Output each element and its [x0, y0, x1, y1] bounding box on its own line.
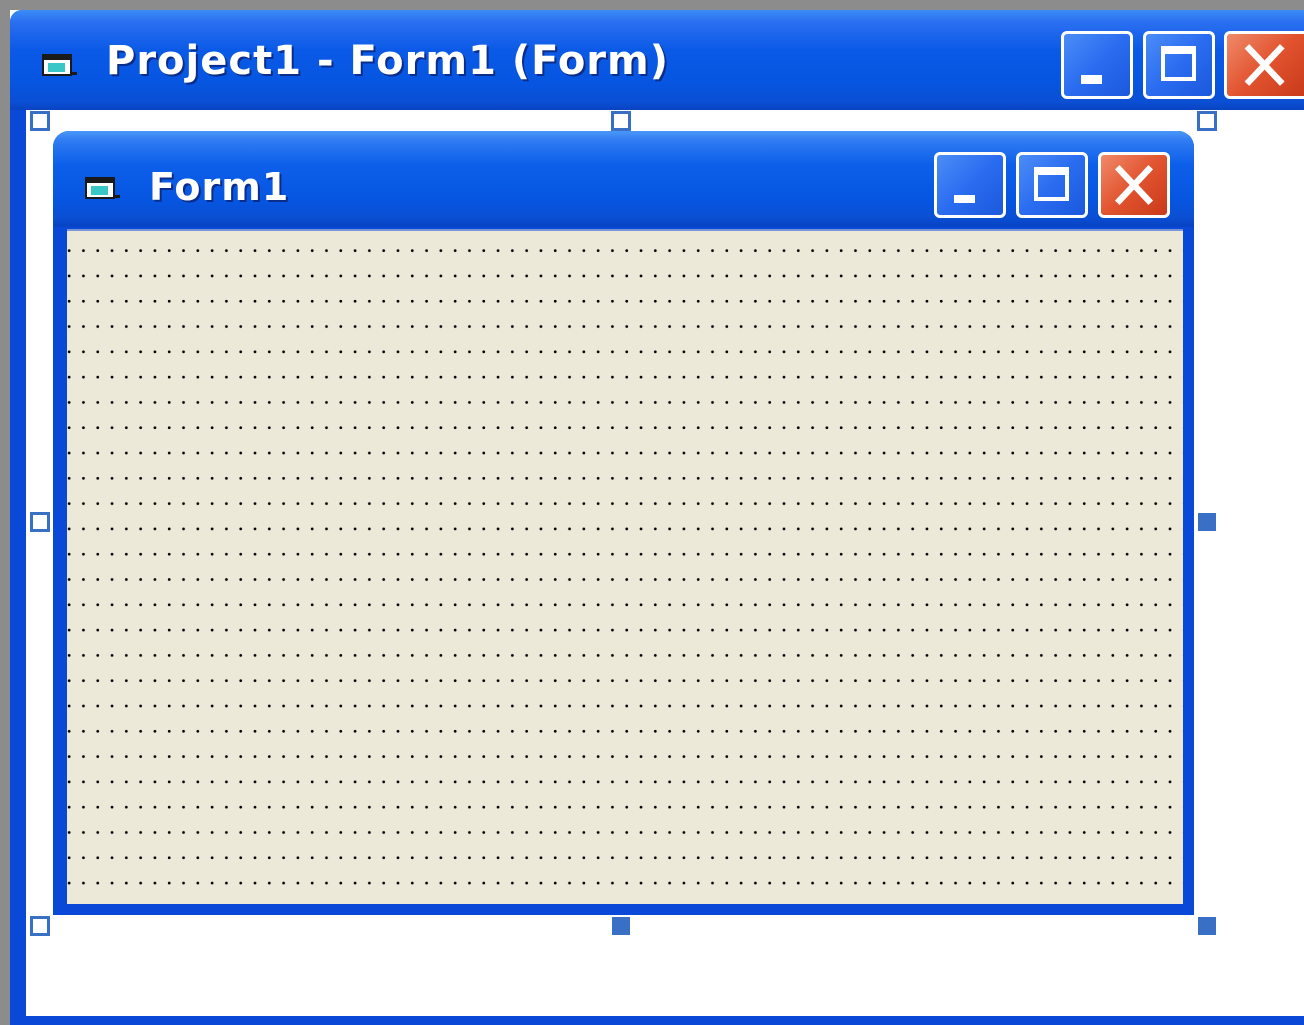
form1-title: Form1 [149, 165, 290, 209]
minimize-icon [1081, 74, 1103, 84]
screen-edge [0, 0, 10, 1025]
form1-close-button[interactable] [1098, 152, 1170, 218]
designer-maximize-button[interactable] [1143, 31, 1215, 99]
form1-title-bar[interactable]: Form1 [53, 131, 1194, 227]
screen-edge [0, 0, 1304, 10]
form-window-icon [85, 177, 120, 199]
minimize-icon [954, 194, 976, 203]
form-design-surface[interactable] [67, 229, 1183, 904]
close-icon [1244, 44, 1285, 86]
maximize-icon [1033, 167, 1070, 201]
form-window-icon [42, 54, 77, 76]
resize-handle-middle-right[interactable] [1198, 513, 1216, 531]
resize-handle-top-right [1197, 111, 1217, 131]
close-icon [1114, 165, 1154, 205]
form1-minimize-button[interactable] [934, 152, 1006, 218]
resize-handle-top-center [611, 111, 631, 131]
resize-handle-middle-left [30, 512, 50, 532]
maximize-icon [1160, 46, 1197, 82]
designer-minimize-button[interactable] [1061, 31, 1133, 99]
form1-window[interactable]: Form1 [53, 131, 1194, 915]
designer-title-bar[interactable]: Project1 - Form1 (Form) [10, 10, 1304, 110]
designer-window-title: Project1 - Form1 (Form) [106, 38, 669, 84]
resize-handle-bottom-left [30, 916, 50, 936]
form1-maximize-button[interactable] [1016, 152, 1088, 218]
resize-handle-bottom-right[interactable] [1198, 917, 1216, 935]
resize-handle-bottom-center[interactable] [612, 917, 630, 935]
designer-close-button[interactable] [1224, 31, 1304, 99]
resize-handle-top-left [30, 111, 50, 131]
